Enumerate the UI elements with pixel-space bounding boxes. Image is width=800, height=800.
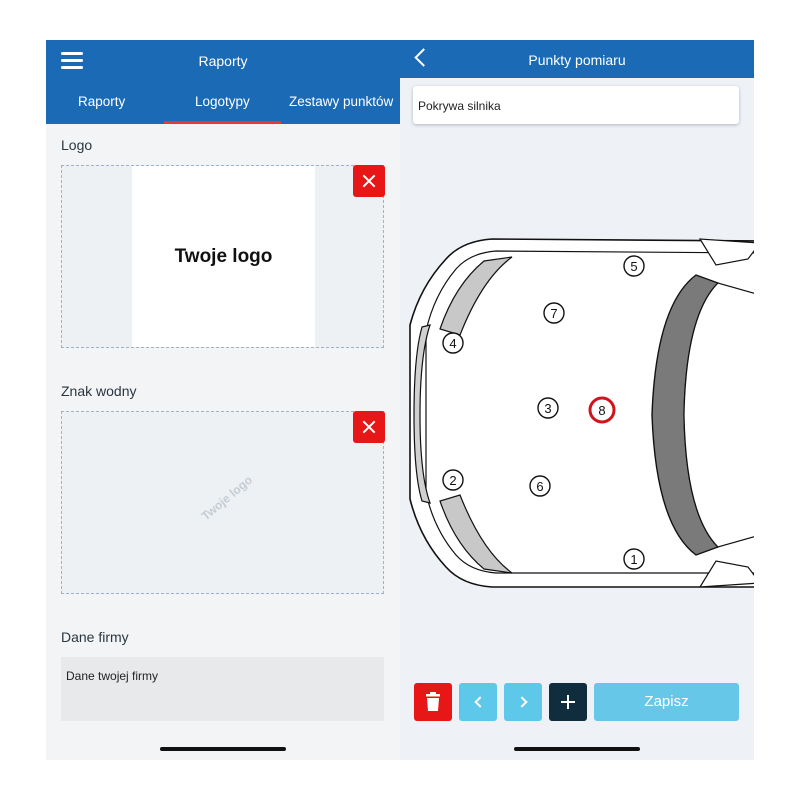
svg-text:7: 7 xyxy=(550,306,557,321)
home-indicator xyxy=(160,747,286,751)
logo-placeholder-text: Twoje logo xyxy=(174,245,273,267)
svg-text:1: 1 xyxy=(630,552,637,567)
tab-bar: Raporty Logotypy Zestawy punktów xyxy=(46,82,400,124)
top-bar: Raporty xyxy=(46,40,400,82)
measurement-point-4[interactable]: 4 xyxy=(442,332,464,354)
car-diagram[interactable]: 1 2 3 4 5 6 7 8 xyxy=(400,235,754,595)
remove-logo-button[interactable] xyxy=(353,165,385,197)
company-data-field[interactable]: Dane twojej firmy xyxy=(61,657,384,721)
logo-label: Logo xyxy=(61,137,93,153)
tab-raporty[interactable]: Raporty xyxy=(78,94,125,109)
top-bar: Punkty pomiaru xyxy=(400,40,754,78)
svg-text:4: 4 xyxy=(449,336,456,351)
measurement-point-7[interactable]: 7 xyxy=(543,302,565,324)
previous-point-button[interactable] xyxy=(459,683,497,721)
reports-screen: Raporty Raporty Logotypy Zestawy punktów… xyxy=(46,40,400,760)
measurement-point-5[interactable]: 5 xyxy=(623,255,645,277)
tab-logotypy[interactable]: Logotypy xyxy=(195,94,250,109)
svg-text:8: 8 xyxy=(598,403,605,418)
trash-icon xyxy=(426,692,440,711)
active-tab-indicator xyxy=(164,121,281,124)
watermark-label: Znak wodny xyxy=(61,383,137,399)
measurement-points-screen: Punkty pomiaru Pokrywa silnika 1 2 3 4 5… xyxy=(400,40,754,760)
remove-watermark-button[interactable] xyxy=(353,411,385,443)
add-point-button[interactable] xyxy=(549,683,587,721)
part-name-value: Pokrywa silnika xyxy=(418,99,501,113)
page-title: Raporty xyxy=(198,53,248,69)
svg-text:2: 2 xyxy=(449,473,456,488)
watermark-dropzone[interactable]: Twoje logo xyxy=(61,411,384,594)
measurement-point-2[interactable]: 2 xyxy=(442,469,464,491)
logo-dropzone[interactable]: Twoje logo xyxy=(61,165,384,348)
svg-text:5: 5 xyxy=(630,259,637,274)
company-label: Dane firmy xyxy=(61,629,129,645)
delete-point-button[interactable] xyxy=(414,683,452,721)
home-indicator xyxy=(514,747,640,751)
chevron-right-icon xyxy=(516,696,528,708)
measurement-point-1[interactable]: 1 xyxy=(623,548,645,570)
tab-zestawy-punktow[interactable]: Zestawy punktów xyxy=(289,94,393,109)
measurement-point-6[interactable]: 6 xyxy=(529,475,551,497)
company-data-value: Dane twojej firmy xyxy=(66,669,159,683)
measurement-point-3[interactable]: 3 xyxy=(537,397,559,419)
chevron-left-icon xyxy=(474,696,486,708)
watermark-preview-text: Twoje logo xyxy=(198,472,256,524)
logo-preview: Twoje logo xyxy=(132,166,315,347)
svg-text:3: 3 xyxy=(544,401,551,416)
page-title: Punkty pomiaru xyxy=(528,52,626,68)
save-button[interactable]: Zapisz xyxy=(594,683,739,721)
measurement-point-8-selected[interactable]: 8 xyxy=(588,396,616,424)
part-name-field[interactable]: Pokrywa silnika xyxy=(413,86,739,124)
next-point-button[interactable] xyxy=(504,683,542,721)
svg-text:6: 6 xyxy=(536,479,543,494)
